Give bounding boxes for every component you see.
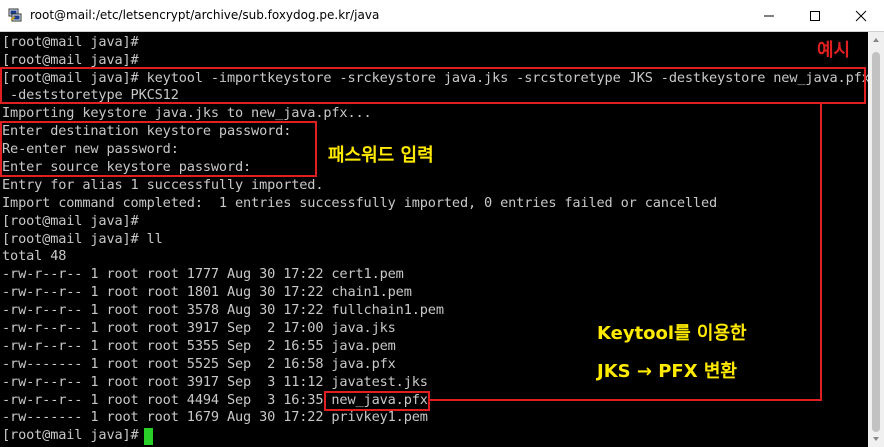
terminal-line: -rw------- 1 root root 5525 Sep 2 16:58 …: [2, 356, 396, 372]
terminal-line: total 48: [2, 248, 67, 264]
scroll-down-icon[interactable]: [872, 435, 880, 443]
terminal-line: -rw-r--r-- 1 root root 3917 Sep 3 11:12 …: [2, 374, 428, 390]
jks-to-pfx-label: JKS → PFX 변환: [597, 361, 737, 382]
password-input-label: 패스워드 입력: [328, 145, 434, 166]
close-icon: [855, 10, 867, 21]
terminal-line: Entry for alias 1 successfully imported.: [2, 177, 324, 193]
scroll-up-icon[interactable]: [872, 36, 880, 44]
keytool-usage-label: Keytool를 이용한: [597, 323, 747, 344]
window-titlebar[interactable]: root@mail:/etc/letsencrypt/archive/sub.f…: [0, 0, 884, 32]
minimize-button[interactable]: [746, 0, 792, 31]
password-highlight-box: [0, 121, 317, 177]
terminal-line: Importing keystore java.jks to new_java.…: [2, 105, 372, 121]
command-highlight-box: [0, 67, 866, 104]
new-pfx-highlight-box: [324, 391, 430, 411]
terminal-line: -rw-r--r-- 1 root root 5355 Sep 2 16:55 …: [2, 338, 396, 354]
close-button[interactable]: [838, 0, 884, 31]
terminal-cursor: [144, 428, 153, 445]
terminal-line: -rw-r--r-- 1 root root 1777 Aug 30 17:22…: [2, 266, 404, 282]
window-title: root@mail:/etc/letsencrypt/archive/sub.f…: [30, 8, 380, 22]
minimize-icon: [764, 15, 774, 16]
maximize-icon: [810, 10, 820, 21]
terminal-line: [root@mail java]# ll: [2, 231, 163, 247]
terminal-line: -rw-r--r-- 1 root root 3917 Sep 2 17:00 …: [2, 320, 396, 336]
maximize-button[interactable]: [792, 0, 838, 31]
scrollbar-thumb[interactable]: [872, 52, 880, 432]
terminal-line: -rw-r--r-- 1 root root 3578 Aug 30 17:22…: [2, 302, 444, 318]
terminal-line: -rw-r--r-- 1 root root 1801 Aug 30 17:22…: [2, 284, 412, 300]
example-label: 예시: [817, 40, 851, 61]
terminal-line: [root@mail java]#: [2, 427, 139, 443]
putty-icon: [8, 8, 22, 22]
terminal-line: [root@mail java]#: [2, 213, 139, 229]
terminal-line: [root@mail java]#: [2, 34, 139, 50]
vertical-scrollbar[interactable]: [868, 32, 884, 447]
